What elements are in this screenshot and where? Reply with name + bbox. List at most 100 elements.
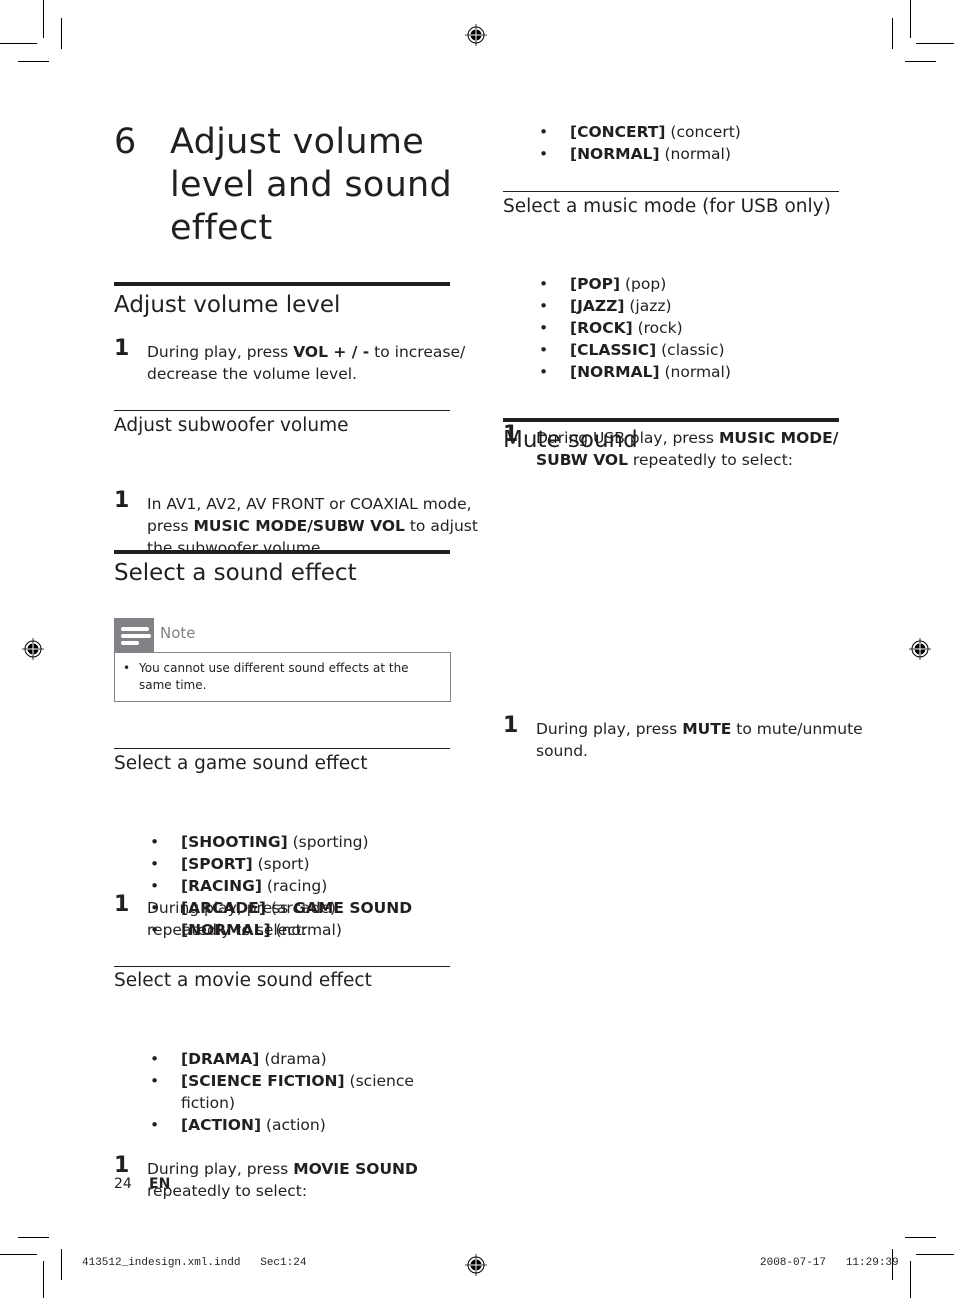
section-rule — [114, 282, 450, 286]
step-number: 1 — [114, 336, 130, 361]
option-key: [NORMAL] — [570, 363, 660, 381]
step-number: 1 — [503, 713, 519, 738]
step-number: 1 — [114, 892, 130, 917]
crop-mark — [43, 0, 44, 38]
chapter-title-line: effect — [170, 208, 273, 248]
section-rule — [114, 410, 450, 411]
option-desc: (sport) — [252, 855, 310, 873]
bullet: • — [539, 145, 549, 163]
note-box: • You cannot use different sound effects… — [114, 652, 451, 702]
option-key: [NORMAL] — [570, 145, 660, 163]
sound-options-continued-list: • [CONCERT] (concert) • [NORMAL] (normal) — [536, 121, 836, 165]
button-name: MUSIC MODE/SUBW VOL — [193, 517, 405, 535]
list-item: • [POP] (pop) — [536, 273, 836, 295]
section-heading-subwoofer: Adjust subwoofer volume — [114, 415, 349, 436]
option-key: [SHOOTING] — [181, 833, 288, 851]
option-desc: (jazz) — [624, 297, 672, 315]
registration-mark-icon — [909, 638, 931, 660]
bullet: • — [150, 1116, 160, 1134]
crop-mark — [905, 61, 936, 62]
option-desc: (normal) — [270, 921, 342, 939]
bullet: • — [150, 1050, 160, 1068]
option-key: [SPORT] — [181, 855, 253, 873]
bullet: • — [150, 1072, 160, 1090]
registration-mark-icon — [22, 638, 44, 660]
option-desc: (normal) — [659, 145, 731, 163]
list-item: • [ACTION] (action) — [147, 1114, 417, 1136]
bullet: • — [150, 899, 160, 917]
option-desc: (rock) — [632, 319, 683, 337]
list-item: • [CONCERT] (concert) — [536, 121, 836, 143]
option-key: [POP] — [570, 275, 621, 293]
section-rule — [503, 191, 839, 192]
crop-mark — [43, 1261, 44, 1298]
list-item: • [NORMAL] (normal) — [536, 361, 836, 383]
section-rule — [114, 550, 450, 554]
bullet: • — [539, 319, 549, 337]
list-item: • [ROCK] (rock) — [536, 317, 836, 339]
music-mode-options-list: • [POP] (pop) • [JAZZ] (jazz) • [ROCK] (roc… — [536, 273, 836, 383]
option-key: [JAZZ] — [570, 297, 625, 315]
page-number: 24 — [114, 1176, 132, 1192]
button-name: MOVIE SOUND — [293, 1160, 418, 1178]
step-text: During play, press — [147, 343, 294, 361]
button-name: MUTE — [682, 720, 732, 738]
section-heading-game: Select a game sound effect — [114, 753, 368, 774]
step-number: 1 — [114, 1153, 130, 1178]
option-key: [CLASSIC] — [570, 341, 657, 359]
list-item: • [NORMAL] (normal) — [536, 143, 836, 165]
bullet: • — [150, 877, 160, 895]
list-item: • [CLASSIC] (classic) — [536, 339, 836, 361]
option-key: [RACING] — [181, 877, 262, 895]
chapter-title-line: Adjust volume — [170, 122, 425, 162]
section-rule — [114, 966, 450, 967]
crop-mark — [892, 18, 893, 49]
section-rule — [503, 418, 839, 422]
movie-options-list: • [DRAMA] (drama) • [SCIENCE FICTION] (sci… — [147, 1048, 417, 1136]
crop-mark — [905, 1237, 936, 1238]
crop-mark — [61, 18, 62, 49]
section-rule — [114, 748, 450, 749]
bullet: • — [539, 123, 549, 141]
option-desc: (drama) — [259, 1050, 327, 1068]
section-heading-movie: Select a movie sound effect — [114, 970, 372, 991]
list-item: • [DRAMA] (drama) — [147, 1048, 417, 1070]
slug-timestamp: 2008-07-17 11:29:39 — [760, 1257, 899, 1269]
list-item: • [NORMAL] (normal) — [147, 919, 447, 941]
note-tab — [114, 618, 154, 652]
note-item: • You cannot use different sound effects… — [123, 660, 439, 694]
bullet: • — [539, 341, 549, 359]
option-desc: (pop) — [620, 275, 667, 293]
option-desc: (arcade) — [265, 899, 336, 917]
option-key: [CONCERT] — [570, 123, 666, 141]
crop-mark — [916, 43, 954, 44]
note-text: You cannot use different sound effects a… — [139, 661, 409, 692]
section-heading-volume: Adjust volume level — [114, 292, 341, 318]
game-options-list: • [SHOOTING] (sporting) • [SPORT] (sport) … — [147, 831, 447, 941]
bullet: • — [150, 833, 160, 851]
step-mute: 1 During play, press MUTE to mute/unmute… — [503, 713, 872, 762]
option-key: [ROCK] — [570, 319, 633, 337]
option-desc: (action) — [261, 1116, 326, 1134]
crop-mark — [916, 1254, 954, 1255]
step-text: repeatedly to select: — [147, 1182, 308, 1200]
option-desc: (classic) — [656, 341, 725, 359]
bullet: • — [150, 921, 160, 939]
crop-mark — [18, 61, 49, 62]
crop-mark — [910, 1261, 911, 1298]
chapter-title-line: level and sound — [170, 165, 453, 205]
crop-mark — [18, 1237, 49, 1238]
button-name: VOL + / - — [293, 343, 370, 361]
slug-filename: 413512_indesign.xml.indd Sec1:24 — [82, 1257, 307, 1269]
option-key: [DRAMA] — [181, 1050, 260, 1068]
step-volume: 1 During play, press VOL + / - to increa… — [114, 336, 483, 385]
list-item: • [ARCADE] (arcade) — [147, 897, 447, 919]
bullet: • — [539, 363, 549, 381]
chapter-title: Adjust volume level and sound effect — [170, 121, 452, 250]
section-heading-mute: Mute sound — [503, 427, 638, 453]
bullet: • — [150, 855, 160, 873]
language-code: EN — [149, 1176, 171, 1192]
step-number: 1 — [114, 488, 130, 513]
section-heading-sound-effect: Select a sound effect — [114, 560, 357, 586]
registration-mark-icon — [465, 24, 487, 46]
